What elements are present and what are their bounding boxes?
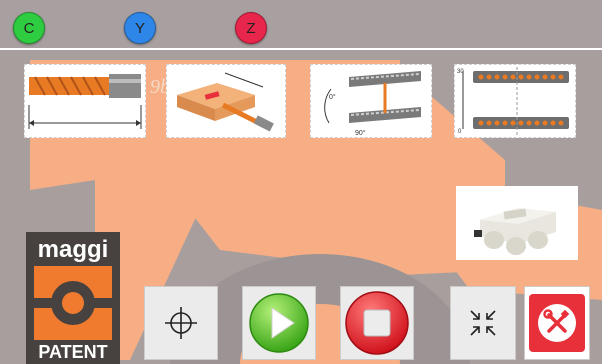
spacing-rows-icon: 30 0 [457,67,569,135]
maggi-logo: maggi PATENT [26,232,120,364]
tools-button[interactable] [524,286,590,360]
logo-emblem [34,266,112,340]
axis-y-indicator[interactable]: Y [124,12,156,44]
svg-text:0°: 0° [329,93,336,101]
start-button[interactable] [242,286,316,360]
axis-z-indicator[interactable]: Z [235,12,267,44]
play-icon [249,293,309,353]
collapse-view-button[interactable] [450,286,516,360]
stop-button[interactable] [340,286,414,360]
spacing-rows-tile[interactable]: 30 0 [454,64,576,138]
collapse-icon [470,310,496,336]
angle-profile-tile[interactable]: 0° 90° [310,64,432,138]
clamp-part-icon [474,208,556,255]
set-origin-button[interactable] [144,286,218,360]
clamp-part-tile[interactable] [456,186,578,260]
svg-text:30: 30 [457,69,464,75]
logo-sub-text: PATENT [38,342,108,362]
crosshair-icon [165,307,197,339]
angle-profile-icon: 0° 90° [324,71,421,137]
axis-bar [0,0,602,50]
drill-bit-icon [28,74,142,129]
svg-text:90°: 90° [355,129,366,137]
drill-bit-tile[interactable] [24,64,146,138]
stop-icon [345,291,409,355]
wood-drilling-tile[interactable] [166,64,286,138]
tools-icon [529,294,585,352]
axis-c-indicator[interactable]: C [13,12,45,44]
logo-brand-text: maggi [37,236,109,263]
wood-block-icon [177,72,274,132]
svg-text:0: 0 [458,129,462,135]
